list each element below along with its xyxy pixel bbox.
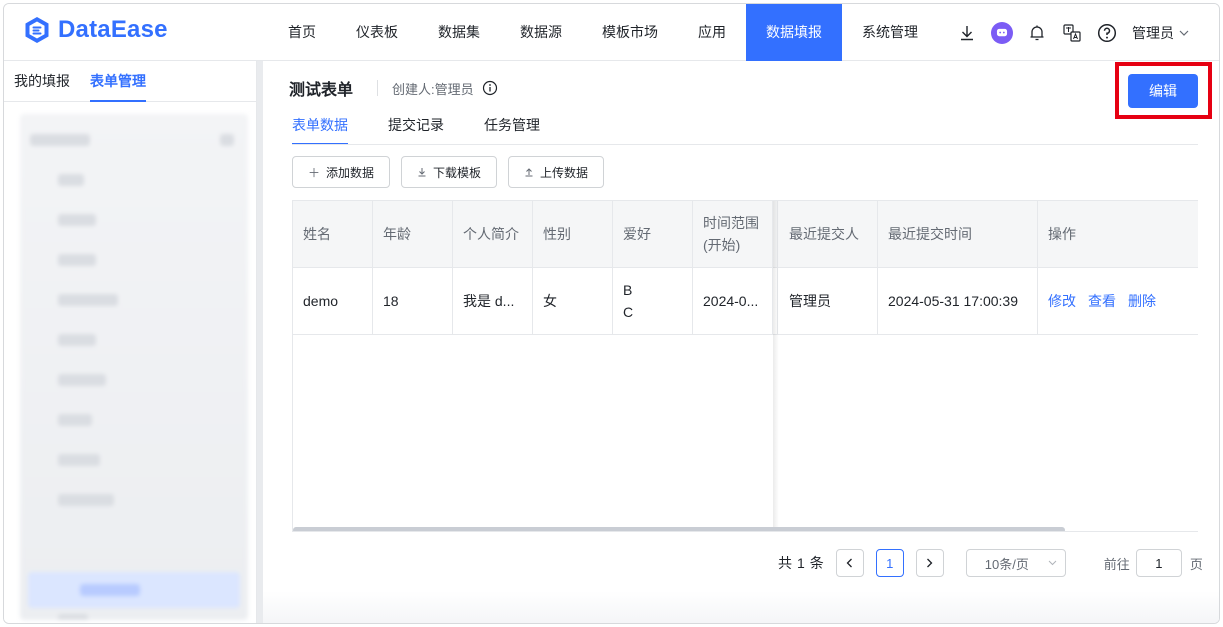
- cell-bio: 我是 d...: [453, 268, 533, 334]
- nav-item-data-filling[interactable]: 数据填报: [746, 4, 842, 61]
- column-header-last-submitter: 最近提交人: [777, 201, 878, 267]
- chevron-left-icon: [846, 558, 853, 568]
- cell-age: 18: [373, 268, 453, 334]
- nav-item-system-management[interactable]: 系统管理: [842, 4, 938, 61]
- highlight-annotation-box: [1115, 62, 1212, 119]
- column-header-bio: 个人简介: [453, 201, 533, 267]
- goto-page-input[interactable]: [1135, 549, 1182, 577]
- upload-icon: [525, 168, 533, 177]
- pagination: 共 1 条 1 10条/页 前往 页: [778, 548, 1203, 578]
- chevron-down-icon: [1048, 560, 1057, 566]
- data-table: 姓名 年龄 个人简介 性别 爱好 时间范围 (开始) 最近提交人 最近提交时间 …: [292, 200, 1198, 532]
- nav-item-datasource[interactable]: 数据源: [500, 4, 582, 61]
- tabs-divider: [292, 144, 1198, 145]
- sidebar-tabs: 我的填报 表单管理: [4, 61, 256, 102]
- upload-data-label: 上传数据: [540, 165, 589, 180]
- page-number-button[interactable]: 1: [875, 549, 904, 577]
- table-header: 姓名 年龄 个人简介 性别 爱好 时间范围 (开始) 最近提交人 最近提交时间 …: [293, 201, 1198, 268]
- goto-label: 前往: [1103, 556, 1130, 572]
- tab-submission-records[interactable]: 提交记录: [388, 113, 444, 145]
- download-icon: [418, 168, 426, 177]
- dataease-logo-icon: [25, 17, 49, 43]
- chevron-right-icon: [927, 558, 933, 568]
- form-creator: 创建人:管理员: [392, 81, 474, 97]
- tab-form-data[interactable]: 表单数据: [292, 113, 348, 145]
- user-menu[interactable]: 管理员: [1132, 23, 1189, 43]
- add-data-button[interactable]: ＋ 添加数据: [292, 156, 391, 188]
- column-header-time-range: 时间范围: [703, 215, 759, 231]
- tab-task-management[interactable]: 任务管理: [484, 113, 540, 145]
- cell-gender: 女: [533, 268, 613, 334]
- header-divider: [377, 80, 379, 96]
- horizontal-scrollbar[interactable]: [293, 527, 1065, 531]
- notification-bell-icon[interactable]: [1026, 22, 1048, 44]
- page-size-value: 10条/页: [984, 556, 1029, 572]
- cell-hobby-value-1: B: [623, 282, 633, 298]
- table-actions: ＋ 添加数据 下载模板 上传数据: [292, 156, 615, 188]
- column-header-operations: 操作: [1048, 226, 1076, 242]
- table-row: demo 18 我是 d... 女 B C 2024-0... 管理员 2024…: [293, 268, 1198, 335]
- upload-data-button[interactable]: 上传数据: [508, 156, 605, 188]
- nav-item-home[interactable]: 首页: [268, 4, 336, 61]
- fixed-column-shadow: [773, 201, 779, 527]
- column-header-age: 年龄: [373, 201, 453, 267]
- logo[interactable]: DataEase: [22, 15, 168, 45]
- column-header-time-range-suffix: (开始): [703, 237, 741, 253]
- nav-item-application[interactable]: 应用: [678, 4, 746, 61]
- download-template-button[interactable]: 下载模板: [401, 156, 498, 188]
- language-switch-icon[interactable]: [1061, 22, 1083, 44]
- form-tabs: 表单数据 提交记录 任务管理: [292, 113, 580, 145]
- ai-assistant-icon[interactable]: [991, 21, 1013, 44]
- prev-page-button[interactable]: [835, 549, 864, 577]
- nav-item-template-market[interactable]: 模板市场: [582, 4, 678, 61]
- goto-page-unit: 页: [1189, 556, 1203, 572]
- pagination-total-prefix: 共: [778, 555, 792, 571]
- nav-item-dataset[interactable]: 数据集: [418, 4, 500, 61]
- cell-last-submit-time: 2024-05-31 17:00:39: [878, 268, 1038, 334]
- app-name: DataEase: [58, 16, 168, 43]
- download-template-label: 下载模板: [433, 165, 482, 180]
- header-tools: 管理员: [943, 4, 1189, 61]
- nav-item-dashboard[interactable]: 仪表板: [336, 4, 418, 61]
- form-tree-blurred: [20, 114, 248, 620]
- cell-hobby: B C: [613, 268, 693, 334]
- column-header-gender: 性别: [533, 201, 613, 267]
- add-data-label: 添加数据: [326, 165, 375, 180]
- row-edit-link[interactable]: 修改: [1048, 291, 1076, 311]
- column-header-time-range-start: 时间范围 (开始): [693, 201, 773, 267]
- column-header-last-submit-time: 最近提交时间: [878, 201, 1038, 267]
- plus-icon: ＋: [308, 165, 321, 180]
- chevron-down-icon: [1179, 30, 1189, 36]
- column-header-name: 姓名: [293, 201, 373, 267]
- sidebar: 我的填报 表单管理: [4, 61, 257, 623]
- sidebar-tab-my-filling[interactable]: 我的填报: [14, 61, 70, 101]
- form-title: 测试表单: [289, 82, 354, 99]
- row-view-link[interactable]: 查看: [1088, 291, 1116, 311]
- download-icon[interactable]: [956, 22, 978, 44]
- cell-name: demo: [293, 268, 373, 334]
- app-window: DataEase 首页 仪表板 数据集 数据源 模板市场 应用 数据填报 系统管…: [3, 3, 1220, 624]
- info-icon[interactable]: [482, 80, 498, 96]
- pagination-total-suffix: 条: [809, 555, 824, 571]
- cell-operations: 修改 查看 删除: [1038, 268, 1198, 334]
- page-size-select[interactable]: 10条/页: [965, 549, 1066, 577]
- next-page-button[interactable]: [915, 549, 944, 577]
- cell-hobby-value-2: C: [623, 304, 634, 320]
- help-icon[interactable]: [1096, 22, 1118, 44]
- column-header-hobby: 爱好: [613, 201, 693, 267]
- main-content: 测试表单 创建人:管理员 编辑 表单数据 提交记录 任务管理 ＋ 添加数据 下载…: [263, 61, 1219, 623]
- row-delete-link[interactable]: 删除: [1128, 291, 1156, 311]
- cell-time-range-start: 2024-0...: [693, 268, 773, 334]
- form-header: 测试表单 创建人:管理员: [289, 77, 498, 99]
- pagination-total-count: 1: [797, 555, 805, 571]
- cell-last-submitter: 管理员: [777, 268, 878, 334]
- main-nav: 首页 仪表板 数据集 数据源 模板市场 应用 数据填报 系统管理: [268, 4, 938, 61]
- user-name: 管理员: [1132, 24, 1174, 41]
- bottom-fade: [263, 591, 1219, 623]
- sidebar-tab-form-management[interactable]: 表单管理: [90, 61, 146, 102]
- top-navbar: DataEase 首页 仪表板 数据集 数据源 模板市场 应用 数据填报 系统管…: [4, 4, 1219, 61]
